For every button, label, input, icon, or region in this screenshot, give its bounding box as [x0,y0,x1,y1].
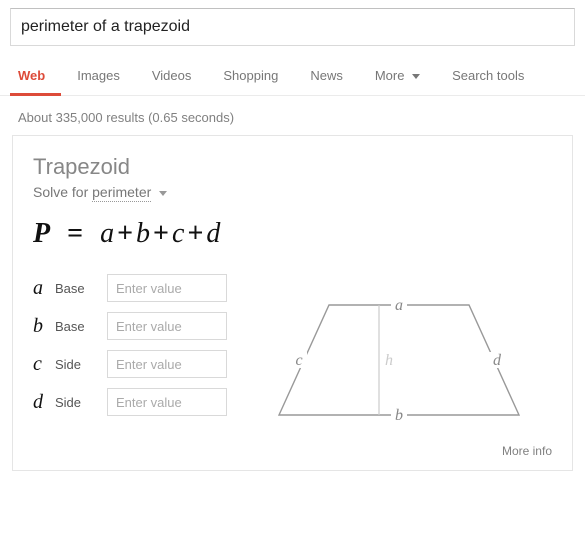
tab-news[interactable]: News [294,68,359,95]
side-label-b: Base [55,319,107,334]
diagram-label-h: h [385,352,393,369]
input-a[interactable] [107,274,227,302]
diagram-label-b: b [395,407,403,424]
side-label-c: Side [55,357,107,372]
tab-more[interactable]: More [359,68,436,95]
diagram-label-a: a [395,297,403,314]
solve-for-label: Solve for [33,184,88,200]
var-label-a: a [33,277,55,300]
tab-more-label: More [375,68,405,83]
diagram-label-c: c [295,352,302,369]
formula-var-d: d [206,218,220,249]
solve-for-row: Solve for perimeter [33,184,552,200]
var-label-b: b [33,315,55,338]
trapezoid-diagram: a b c d h [245,274,552,430]
input-d[interactable] [107,388,227,416]
search-input[interactable] [10,8,575,46]
input-c[interactable] [107,350,227,378]
tab-images[interactable]: Images [61,68,136,95]
side-label-a: Base [55,281,107,296]
side-label-d: Side [55,395,107,410]
more-info-link[interactable]: More info [33,444,552,458]
formula-lhs: P [33,218,50,249]
input-row-d: d Side [33,388,227,416]
chevron-down-icon [412,68,420,83]
input-b[interactable] [107,312,227,340]
solve-for-dropdown[interactable]: perimeter [92,184,151,202]
diagram-label-d: d [493,352,502,369]
chevron-down-icon [159,184,167,200]
input-row-b: b Base [33,312,227,340]
answer-card: Trapezoid Solve for perimeter P = a+b+c+… [12,135,573,471]
input-row-c: c Side [33,350,227,378]
tab-shopping[interactable]: Shopping [207,68,294,95]
formula: P = a+b+c+d [33,218,552,250]
tab-web[interactable]: Web [10,68,61,95]
tab-videos[interactable]: Videos [136,68,208,95]
formula-var-b: b [136,218,150,249]
input-row-a: a Base [33,274,227,302]
search-tabs: Web Images Videos Shopping News More Sea… [0,46,585,96]
inputs-column: a Base b Base c Side d Side [33,274,227,426]
var-label-c: c [33,353,55,376]
result-stats: About 335,000 results (0.65 seconds) [0,96,585,135]
formula-var-c: c [172,218,184,249]
var-label-d: d [33,391,55,414]
tab-search-tools[interactable]: Search tools [436,68,540,95]
formula-var-a: a [100,218,114,249]
card-title: Trapezoid [33,154,552,180]
